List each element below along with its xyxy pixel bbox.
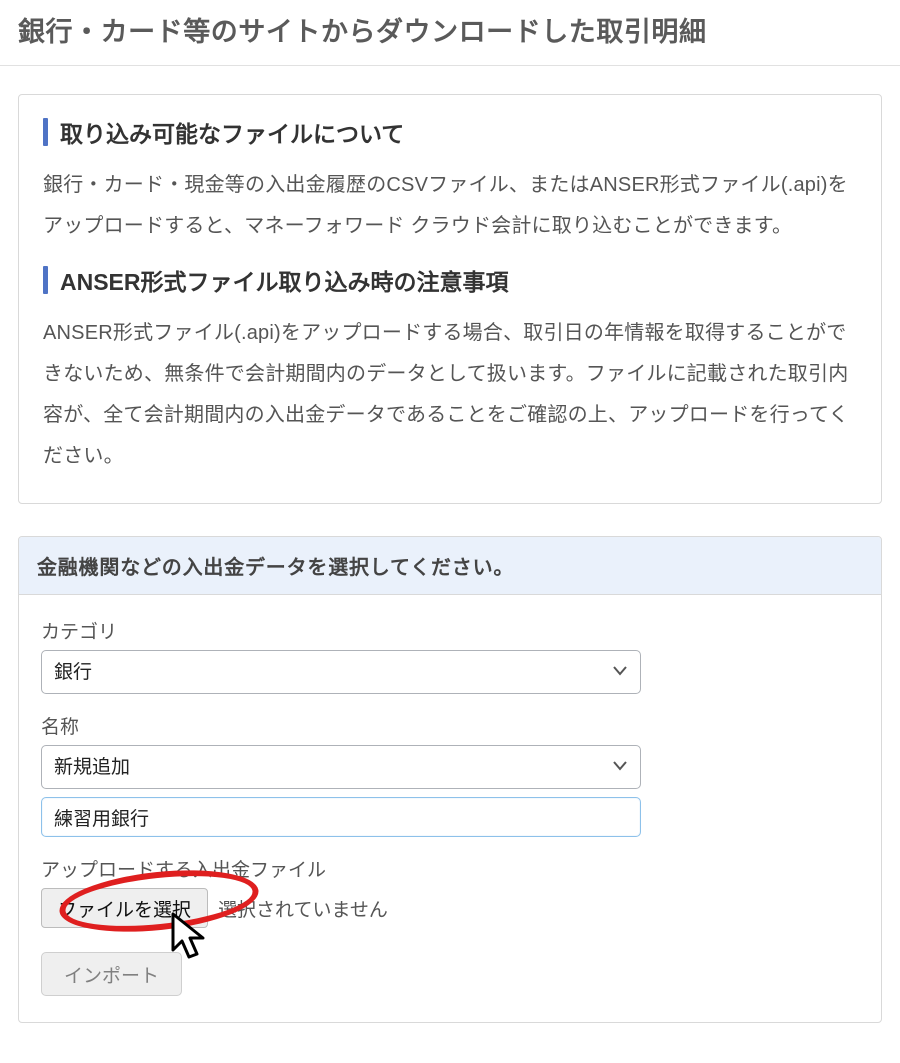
category-select[interactable]: 銀行	[41, 650, 641, 694]
name-label: 名称	[41, 712, 859, 739]
section2-body: ANSER形式ファイル(.api)をアップロードする場合、取引日の年情報を取得す…	[43, 313, 857, 477]
choose-file-button[interactable]: ファイルを選択	[41, 888, 208, 928]
form-header: 金融機関などの入出金データを選択してください。	[19, 537, 881, 595]
divider	[0, 65, 900, 66]
section1-title: 取り込み可能なファイルについて	[60, 115, 404, 149]
heading-bar-icon	[43, 266, 48, 294]
form-card: 金融機関などの入出金データを選択してください。 カテゴリ 銀行 名称 新規追加	[18, 536, 882, 1023]
page-title: 銀行・カード等のサイトからダウンロードした取引明細	[18, 0, 882, 65]
name-select[interactable]: 新規追加	[41, 745, 641, 789]
section1-heading: 取り込み可能なファイルについて	[43, 115, 857, 149]
category-label: カテゴリ	[41, 617, 859, 644]
info-card: 取り込み可能なファイルについて 銀行・カード・現金等の入出金履歴のCSVファイル…	[18, 94, 882, 504]
heading-bar-icon	[43, 118, 48, 146]
import-button: インポート	[41, 952, 182, 996]
name-input[interactable]	[41, 797, 641, 837]
section2-heading: ANSER形式ファイル取り込み時の注意事項	[43, 263, 857, 297]
section1-body: 銀行・カード・現金等の入出金履歴のCSVファイル、またはANSER形式ファイル(…	[43, 165, 857, 247]
section2-title: ANSER形式ファイル取り込み時の注意事項	[60, 263, 509, 297]
upload-label: アップロードする入出金ファイル	[41, 855, 859, 882]
file-status: 選択されていません	[218, 895, 388, 922]
